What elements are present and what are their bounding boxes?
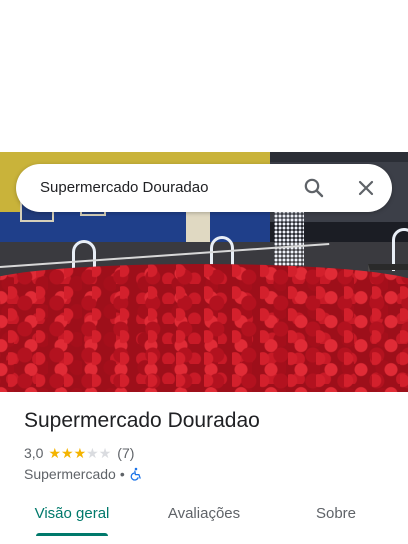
wheelchair-icon (129, 467, 143, 481)
star-empty-icon: ★ (98, 445, 112, 461)
star-filled-icon: ★ (73, 445, 87, 461)
active-tab-indicator (36, 533, 108, 536)
search-input[interactable]: Supermercado Douradao (40, 164, 208, 212)
rating-row[interactable]: 3,0 ★ ★ ★ ★ ★ (7) (24, 444, 134, 462)
star-empty-icon: ★ (86, 445, 99, 461)
star-filled-icon: ★ (61, 445, 74, 461)
photo-door (186, 210, 210, 242)
place-tabs: Visão geral Avaliações Sobre (0, 494, 408, 538)
blank-area (0, 0, 408, 152)
category-row: Supermercado • (24, 465, 143, 483)
tab-reviews[interactable]: Avaliações (156, 494, 252, 534)
tab-overview[interactable]: Visão geral (24, 494, 120, 534)
review-count[interactable]: (7) (117, 445, 134, 461)
category-label: Supermercado (24, 466, 116, 482)
search-bar[interactable]: Supermercado Douradao (16, 164, 392, 212)
place-title: Supermercado Douradao (24, 409, 260, 432)
photo-lit-tree (274, 210, 304, 270)
search-icon[interactable] (302, 176, 326, 200)
rating-value: 3,0 (24, 445, 44, 461)
close-icon[interactable] (354, 176, 378, 200)
separator: • (119, 466, 125, 482)
rating-stars: ★ ★ ★ ★ ★ (48, 446, 111, 460)
photo-flowerbed (0, 264, 408, 392)
tab-about[interactable]: Sobre (288, 494, 384, 534)
star-filled-icon: ★ (48, 445, 62, 461)
